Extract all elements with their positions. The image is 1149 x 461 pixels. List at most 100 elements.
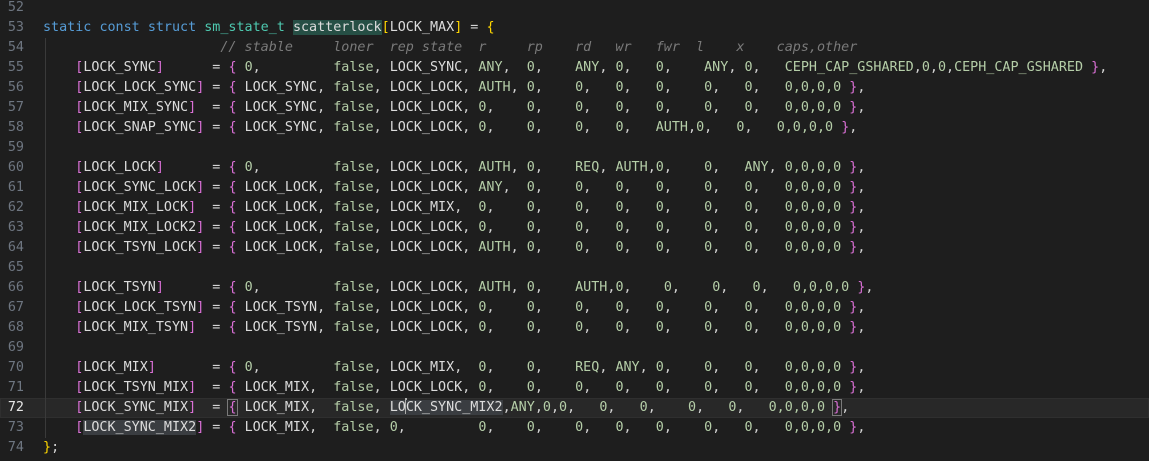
- code-token: 0: [704, 160, 713, 175]
- code-token: 0: [615, 420, 624, 435]
- code-token: 0: [244, 60, 253, 75]
- code-token: ,: [317, 80, 334, 95]
- code-token: }: [1091, 60, 1100, 75]
- code-token: ,: [760, 280, 793, 295]
- code-token: 0: [752, 280, 761, 295]
- code-line[interactable]: 74};: [0, 438, 1149, 458]
- code-line[interactable]: 55 [LOCK_SYNC] = { 0, false, LOCK_SYNC, …: [0, 58, 1149, 78]
- code-line[interactable]: 59: [0, 138, 1149, 158]
- code-token: ,: [663, 300, 705, 315]
- code-line[interactable]: 58 [LOCK_SNAP_SYNC] = { LOCK_SYNC, false…: [0, 118, 1149, 138]
- code-token: AUTH: [615, 160, 648, 175]
- code-token: ,: [1099, 60, 1108, 75]
- code-token: ,: [623, 320, 656, 335]
- code-token: ,: [317, 240, 334, 255]
- code-token: ]: [155, 280, 164, 295]
- code-line[interactable]: 64 [LOCK_TSYN_LOCK] = { LOCK_LOCK, false…: [0, 238, 1149, 258]
- code-line[interactable]: 67 [LOCK_LOCK_TSYN] = { LOCK_TSYN, false…: [0, 298, 1149, 318]
- code-token: ,: [534, 180, 576, 195]
- code-token: 0: [704, 180, 713, 195]
- code-token: false: [333, 80, 374, 95]
- line-number: 55: [7, 60, 24, 75]
- code-token: ,: [373, 60, 390, 75]
- code-token: ,: [712, 420, 745, 435]
- line-number: 58: [7, 120, 24, 135]
- code-token: ,: [486, 300, 527, 315]
- code-line[interactable]: 61 [LOCK_SYNC_LOCK] = { LOCK_LOCK, false…: [0, 178, 1149, 198]
- code-token: ,: [317, 120, 334, 135]
- code-token: ANY: [510, 400, 535, 415]
- code-token: 0: [526, 100, 535, 115]
- code-token: ,: [462, 60, 479, 75]
- code-token: ,: [317, 300, 334, 315]
- code-text: [LOCK_LOCK] = { 0, false, LOCK_LOCK, AUT…: [43, 158, 865, 178]
- code-token: 0: [655, 180, 664, 195]
- code-line[interactable]: 54 // stable loner rep state r rp rd wr …: [0, 38, 1149, 58]
- code-line[interactable]: 66 [LOCK_TSYN] = { 0, false, LOCK_LOCK, …: [0, 278, 1149, 298]
- code-token: 0: [704, 100, 713, 115]
- code-token: ,: [752, 380, 785, 395]
- code-token: 0: [615, 180, 624, 195]
- code-token: false: [333, 360, 374, 375]
- line-number: 61: [7, 180, 24, 195]
- code-token: ,: [696, 400, 729, 415]
- code-token: {: [228, 80, 237, 95]
- code-token: ,: [583, 180, 616, 195]
- code-token: false: [333, 220, 374, 235]
- code-text: [LOCK_SYNC] = { 0, false, LOCK_SYNC, ANY…: [43, 58, 1107, 78]
- code-token: 0,0,0,0: [784, 160, 842, 175]
- code-line[interactable]: 60 [LOCK_LOCK] = { 0, false, LOCK_LOCK, …: [0, 158, 1149, 178]
- code-line[interactable]: 68 [LOCK_MIX_TSYN] = { LOCK_TSYN, false,…: [0, 318, 1149, 338]
- code-token: ,: [462, 100, 479, 115]
- code-token: 0,0,0,0: [784, 180, 842, 195]
- code-token: =: [462, 20, 487, 35]
- code-token: {: [228, 100, 237, 115]
- code-token: ,: [623, 240, 656, 255]
- line-number: 53: [7, 20, 24, 35]
- code-line[interactable]: 56 [LOCK_LOCK_SYNC] = { LOCK_SYNC, false…: [0, 78, 1149, 98]
- code-token: 0: [615, 200, 624, 215]
- code-line[interactable]: 52: [0, 0, 1149, 18]
- code-token: ,: [317, 100, 334, 115]
- code-line[interactable]: 73 [LOCK_SYNC_MIX2] = { LOCK_MIX, false,…: [0, 418, 1149, 438]
- code-token: ,: [317, 320, 334, 335]
- code-text: [LOCK_MIX_LOCK2] = { LOCK_LOCK, false, L…: [43, 218, 865, 238]
- code-token: ,: [373, 240, 390, 255]
- code-token: ,: [534, 120, 576, 135]
- code-token: 0: [744, 60, 753, 75]
- code-line[interactable]: 62 [LOCK_MIX_LOCK] = { LOCK_LOCK, false,…: [0, 198, 1149, 218]
- code-token: LOCK_LOCK: [244, 220, 318, 235]
- code-token: false: [333, 400, 374, 415]
- code-line[interactable]: 63 [LOCK_MIX_LOCK2] = { LOCK_LOCK, false…: [0, 218, 1149, 238]
- code-line[interactable]: 53 static const struct sm_state_t scatter…: [0, 18, 1149, 38]
- code-editor[interactable]: 52 53 static const struct sm_state_t scatt…: [0, 0, 1149, 461]
- code-token: 0: [696, 120, 705, 135]
- code-line[interactable]: 71 [LOCK_TSYN_MIX] = { LOCK_MIX, false, …: [0, 378, 1149, 398]
- code-token: 0,0,0,0: [784, 320, 842, 335]
- code-token: 0: [244, 160, 253, 175]
- code-token: LOCK_MIX: [244, 400, 310, 415]
- code-token: 0: [526, 380, 535, 395]
- code-token: ,: [534, 60, 576, 75]
- code-token: ,: [373, 380, 390, 395]
- code-token: =: [204, 120, 229, 135]
- code-token: AUTH: [575, 280, 608, 295]
- code-token: 0: [575, 240, 584, 255]
- code-token: struct: [147, 20, 197, 35]
- code-token: REQ: [575, 160, 600, 175]
- code-line[interactable]: 72 [LOCK_SYNC_MIX] = { LOCK_MIX, false, …: [0, 398, 1149, 418]
- code-line[interactable]: 65: [0, 258, 1149, 278]
- code-line[interactable]: 70 [LOCK_MIX] = { 0, false, LOCK_MIX, 0,…: [0, 358, 1149, 378]
- code-token: ,: [373, 400, 390, 415]
- code-token: 0: [655, 420, 664, 435]
- code-line[interactable]: 69: [0, 338, 1149, 358]
- code-line[interactable]: 57 [LOCK_MIX_SYNC] = { LOCK_SYNC, false,…: [0, 98, 1149, 118]
